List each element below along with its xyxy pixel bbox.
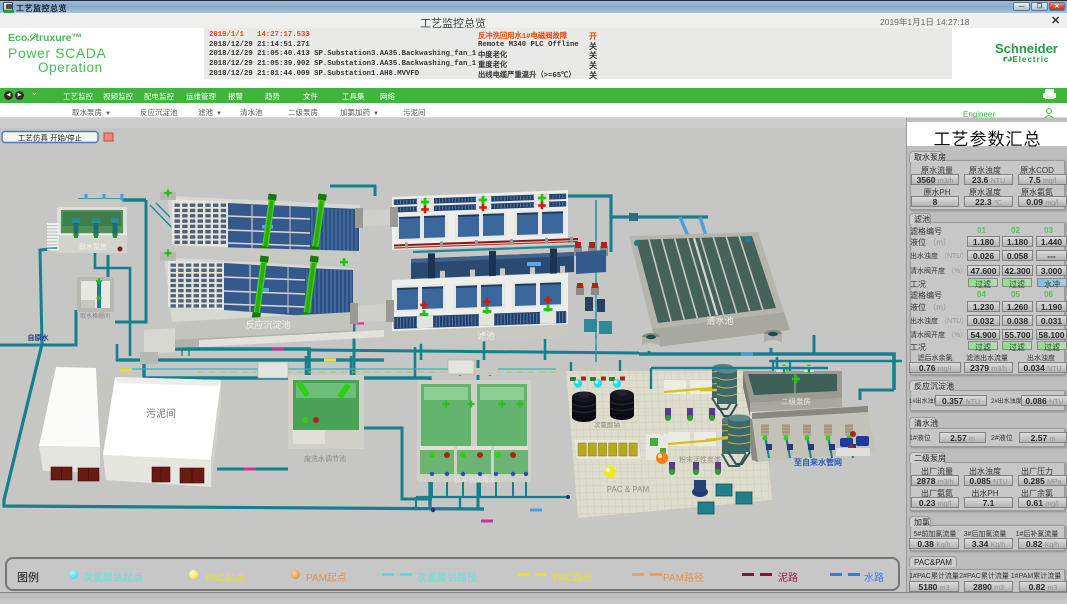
- svg-text:工艺仿真 开始/停止: 工艺仿真 开始/停止: [18, 133, 83, 143]
- svg-text:反冲洗回用水: 反冲洗回用水: [454, 475, 496, 484]
- svg-text:粉末活性炭类: 粉末活性炭类: [679, 455, 721, 464]
- svg-text:取水泵房: 取水泵房: [79, 242, 107, 251]
- svg-text:PAC & PAM: PAC & PAM: [607, 485, 650, 494]
- svg-text:废洗水调节池: 废洗水调节池: [304, 454, 346, 463]
- svg-text:二级泵房: 二级泵房: [781, 396, 811, 406]
- svg-text:取水格栅间: 取水格栅间: [80, 312, 110, 320]
- svg-text:清水池: 清水池: [706, 315, 733, 326]
- svg-text:至自来水管网: 至自来水管网: [794, 457, 842, 467]
- svg-text:自原水: 自原水: [28, 333, 50, 342]
- svg-text:反应沉淀池: 反应沉淀池: [245, 319, 290, 330]
- svg-text:次氯酸钠: 次氯酸钠: [594, 420, 620, 429]
- svg-text:滤池: 滤池: [477, 330, 495, 341]
- svg-text:污泥间: 污泥间: [146, 407, 176, 420]
